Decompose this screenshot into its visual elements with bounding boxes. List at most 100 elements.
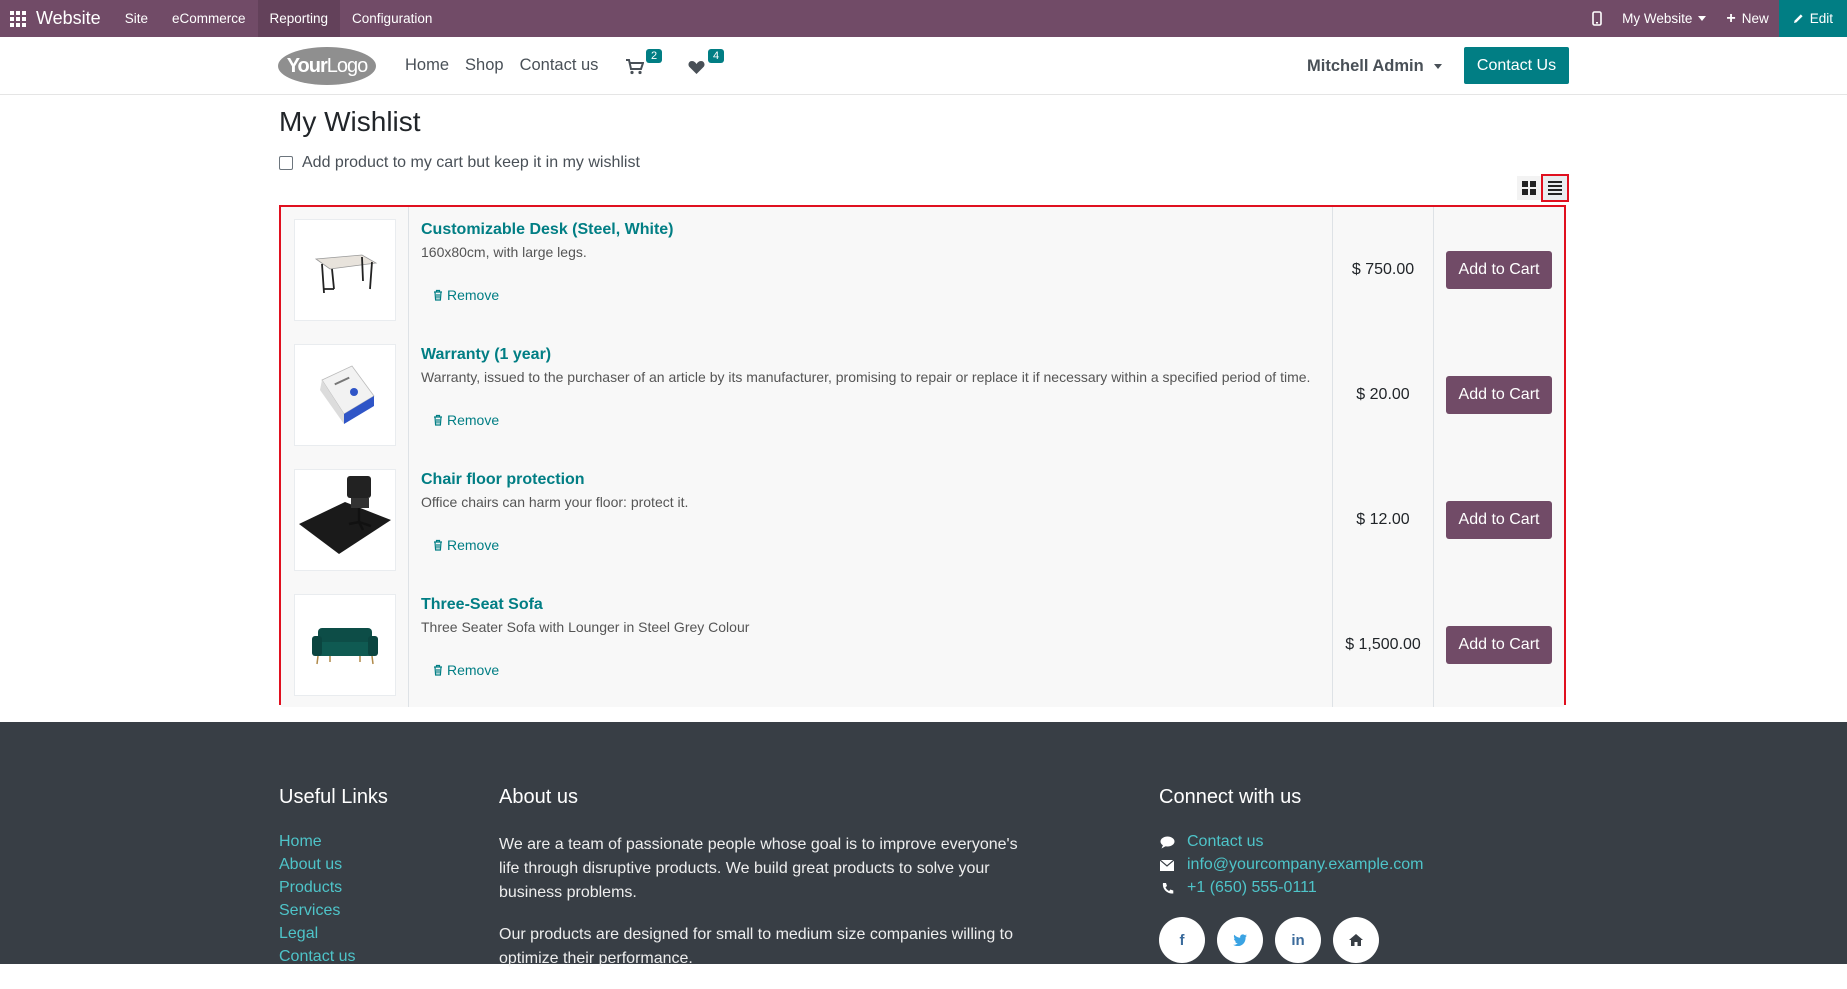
- remove-button[interactable]: Remove: [433, 412, 499, 428]
- heart-icon: [688, 61, 705, 74]
- apps-menu-icon[interactable]: [0, 0, 36, 37]
- product-name-link[interactable]: Customizable Desk (Steel, White): [421, 221, 1320, 239]
- add-to-cart-button[interactable]: Add to Cart: [1445, 250, 1553, 289]
- footer-link-products[interactable]: Products: [279, 879, 388, 897]
- product-description: Warranty, issued to the purchaser of an …: [421, 369, 1311, 385]
- facebook-icon[interactable]: f: [1159, 917, 1205, 963]
- about-paragraph: We are a team of passionate people whose…: [499, 836, 1018, 901]
- product-info-cell: Customizable Desk (Steel, White) 160x80c…: [409, 207, 1333, 332]
- mobile-preview-button[interactable]: [1582, 0, 1612, 37]
- logo-bold-text: Your: [286, 54, 328, 77]
- page-title: My Wishlist: [279, 106, 421, 137]
- plus-icon: +: [1726, 9, 1736, 27]
- warranty-box-image[interactable]: [293, 343, 396, 446]
- new-button[interactable]: + New: [1716, 0, 1778, 37]
- menu-site[interactable]: Site: [113, 0, 160, 37]
- twitter-icon[interactable]: [1217, 917, 1263, 963]
- envelope-icon: [1159, 859, 1175, 871]
- view-toggle: [1517, 174, 1569, 202]
- sofa-image[interactable]: [293, 593, 396, 696]
- useful-links-title: Useful Links: [279, 786, 388, 808]
- trash-icon: [434, 414, 442, 426]
- desk-image[interactable]: [293, 218, 396, 321]
- cart-count-badge: 2: [646, 49, 663, 63]
- pencil-icon: [1793, 14, 1803, 23]
- remove-label: Remove: [447, 412, 500, 428]
- new-label: New: [1741, 11, 1769, 26]
- table-row: Warranty (1 year) Warranty, issued to th…: [281, 332, 1564, 458]
- cart-icon: [626, 59, 645, 75]
- chevron-down-icon: [1698, 16, 1707, 21]
- product-image-cell: [281, 582, 409, 707]
- table-row: Three-Seat Sofa Three Seater Sofa with L…: [281, 582, 1564, 707]
- keep-in-wishlist-checkbox[interactable]: [279, 156, 293, 170]
- product-image-cell: [281, 332, 409, 457]
- list-view-button[interactable]: [1541, 174, 1569, 202]
- website-selector[interactable]: My Website: [1612, 0, 1716, 37]
- edit-label: Edit: [1809, 11, 1833, 26]
- table-row: Chair floor protection Office chairs can…: [281, 457, 1564, 583]
- linkedin-icon[interactable]: in: [1275, 917, 1321, 963]
- about-title: About us: [499, 786, 578, 808]
- keep-in-wishlist-option[interactable]: Add product to my cart but keep it in my…: [279, 154, 640, 172]
- product-description: Three Seater Sofa with Lounger in Steel …: [421, 619, 750, 635]
- keep-in-wishlist-label: Add product to my cart but keep it in my…: [302, 154, 640, 171]
- remove-button[interactable]: Remove: [433, 662, 499, 678]
- floor-mat-image[interactable]: [293, 468, 396, 571]
- nav-shop[interactable]: Shop: [465, 56, 504, 75]
- footer-link-home[interactable]: Home: [279, 833, 388, 851]
- footer-email-link[interactable]: info@yourcompany.example.com: [1187, 856, 1424, 874]
- mobile-icon: [1592, 11, 1602, 26]
- product-info-cell: Chair floor protection Office chairs can…: [409, 457, 1333, 582]
- footer-link-legal[interactable]: Legal: [279, 925, 388, 943]
- trash-icon: [434, 289, 442, 301]
- trash-icon: [434, 664, 442, 676]
- remove-label: Remove: [447, 662, 500, 678]
- table-row: Customizable Desk (Steel, White) 160x80c…: [281, 207, 1564, 333]
- user-menu[interactable]: Mitchell Admin: [1307, 57, 1442, 76]
- wishlist-table: Customizable Desk (Steel, White) 160x80c…: [279, 205, 1566, 707]
- remove-button[interactable]: Remove: [433, 287, 499, 303]
- product-name-link[interactable]: Three-Seat Sofa: [421, 596, 1320, 614]
- trash-icon: [434, 539, 442, 551]
- remove-button[interactable]: Remove: [433, 537, 499, 553]
- footer-link-services[interactable]: Services: [279, 902, 388, 920]
- phone-icon: [1159, 882, 1175, 895]
- add-to-cart-button[interactable]: Add to Cart: [1445, 625, 1553, 664]
- product-name-link[interactable]: Chair floor protection: [421, 471, 1320, 489]
- product-name-link[interactable]: Warranty (1 year): [421, 346, 1320, 364]
- chevron-down-icon: [1433, 64, 1442, 69]
- home-icon[interactable]: [1333, 917, 1379, 963]
- product-description: Office chairs can harm your floor: prote…: [421, 494, 689, 510]
- remove-label: Remove: [447, 287, 500, 303]
- nav-home[interactable]: Home: [405, 56, 449, 75]
- footer-link-about[interactable]: About us: [279, 856, 388, 874]
- product-price: $ 750.00: [1333, 207, 1434, 332]
- add-to-cart-button[interactable]: Add to Cart: [1445, 375, 1553, 414]
- website-selector-label: My Website: [1622, 11, 1693, 26]
- product-info-cell: Warranty (1 year) Warranty, issued to th…: [409, 332, 1333, 457]
- top-menu-bar: Website Site eCommerce Reporting Configu…: [0, 0, 1847, 37]
- footer-phone-link[interactable]: +1 (650) 555-0111: [1187, 879, 1317, 897]
- cart-button[interactable]: 2: [626, 49, 663, 77]
- grid-icon: [1522, 181, 1536, 195]
- edit-button[interactable]: Edit: [1778, 0, 1847, 37]
- user-name: Mitchell Admin: [1307, 57, 1424, 75]
- menu-configuration[interactable]: Configuration: [340, 0, 444, 37]
- wishlist-button[interactable]: 4: [688, 49, 725, 77]
- footer-link-contact[interactable]: Contact us: [279, 948, 388, 966]
- product-info-cell: Three-Seat Sofa Three Seater Sofa with L…: [409, 582, 1333, 707]
- product-image-cell: [281, 207, 409, 332]
- menu-reporting[interactable]: Reporting: [257, 0, 341, 37]
- app-name[interactable]: Website: [36, 8, 101, 29]
- contact-us-button[interactable]: Contact Us: [1464, 47, 1569, 84]
- product-description: 160x80cm, with large legs.: [421, 244, 587, 260]
- footer-contact-link[interactable]: Contact us: [1187, 833, 1263, 851]
- menu-ecommerce[interactable]: eCommerce: [160, 0, 258, 37]
- website-navbar: Your Logo Home Shop Contact us 2 4 Mitche…: [0, 37, 1847, 95]
- nav-contact-us[interactable]: Contact us: [520, 56, 599, 75]
- grid-view-button[interactable]: [1517, 176, 1541, 200]
- add-to-cart-button[interactable]: Add to Cart: [1445, 500, 1553, 539]
- product-image-cell: [281, 457, 409, 582]
- company-logo[interactable]: Your Logo: [278, 47, 376, 85]
